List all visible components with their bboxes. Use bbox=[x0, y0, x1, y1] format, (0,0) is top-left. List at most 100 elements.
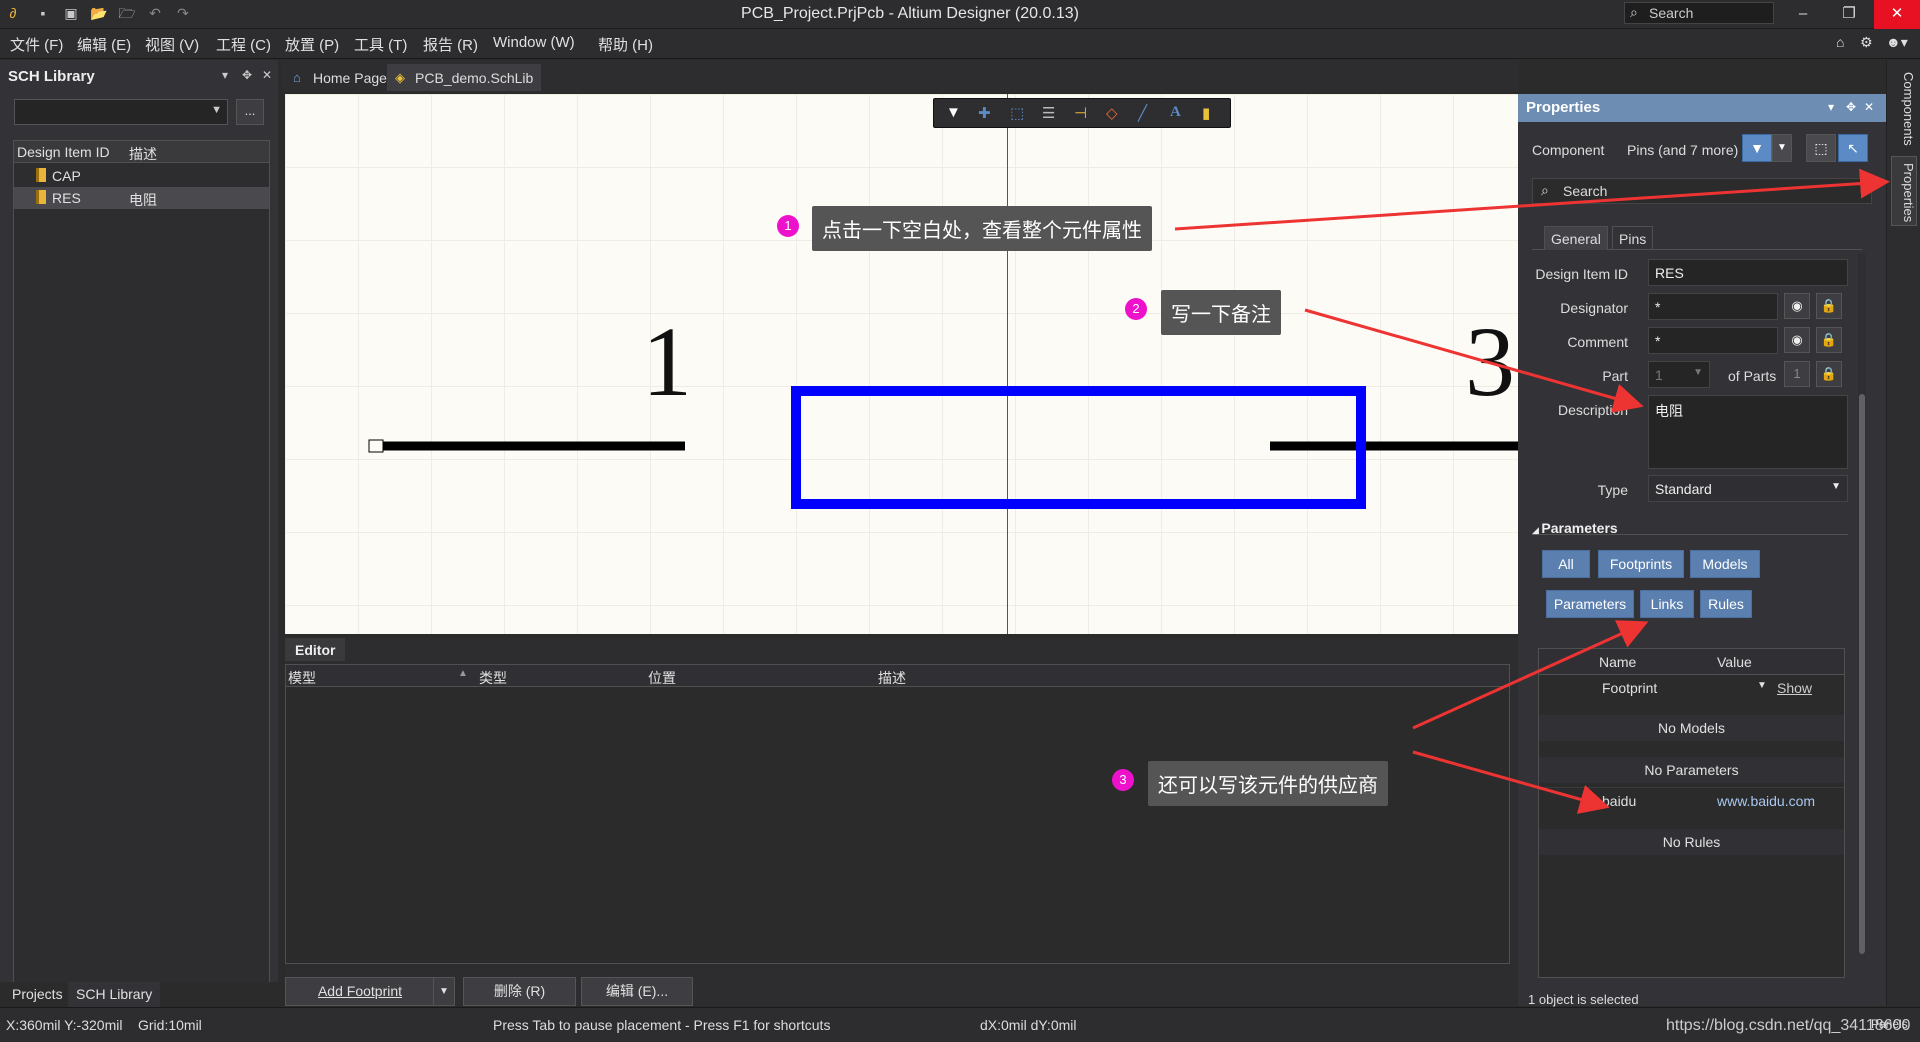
scroll-thumb[interactable] bbox=[1859, 394, 1865, 954]
filter-parameters-button[interactable]: Parameters bbox=[1546, 590, 1634, 618]
show-link[interactable]: Show bbox=[1777, 680, 1812, 696]
menu-edit[interactable]: 编辑 (E) bbox=[77, 34, 131, 55]
home-icon[interactable]: ⌂ bbox=[1836, 34, 1844, 50]
column-description[interactable]: 描述 bbox=[878, 668, 906, 688]
part-field[interactable]: 1 ▼ bbox=[1648, 361, 1710, 388]
close-panel-icon[interactable]: ✕ bbox=[262, 68, 272, 82]
panel-menu-icon[interactable]: ▾ bbox=[222, 68, 228, 82]
column-design-item-id[interactable]: Design Item ID bbox=[17, 144, 110, 160]
column-value[interactable]: Value bbox=[1717, 654, 1752, 670]
eye-icon[interactable]: ◉ bbox=[1784, 327, 1810, 353]
properties-scrollbar[interactable] bbox=[1858, 254, 1866, 954]
fill-icon[interactable]: ◇ bbox=[1106, 104, 1118, 122]
close-panel-icon[interactable]: ✕ bbox=[1864, 100, 1874, 114]
align-icon[interactable]: ☰ bbox=[1042, 104, 1055, 122]
undo-icon[interactable]: ↶ bbox=[146, 4, 164, 22]
panel-menu-icon[interactable]: ▾ bbox=[1828, 100, 1834, 114]
column-description[interactable]: 描述 bbox=[129, 144, 157, 164]
minimize-button[interactable]: – bbox=[1780, 0, 1826, 29]
tab-properties[interactable]: Properties bbox=[1891, 156, 1917, 226]
list-item[interactable]: CAP bbox=[14, 165, 269, 187]
tab-label: PCB_demo.SchLib bbox=[415, 70, 534, 86]
select-area-icon[interactable]: ⬚ bbox=[1010, 104, 1024, 122]
add-footprint-button[interactable]: Add Footprint bbox=[285, 977, 435, 1006]
properties-search[interactable]: ⌕ Search bbox=[1532, 178, 1872, 204]
parameters-section-title[interactable]: ◢ Parameters bbox=[1532, 520, 1618, 536]
filter-value[interactable]: Pins (and 7 more) bbox=[1627, 142, 1738, 158]
menu-place[interactable]: 放置 (P) bbox=[285, 34, 339, 55]
description-field[interactable]: 电阻 bbox=[1648, 395, 1848, 469]
place-pin-icon[interactable]: ⊣ bbox=[1074, 104, 1087, 122]
menu-reports[interactable]: 报告 (R) bbox=[423, 34, 478, 55]
edit-model-button[interactable]: 编辑 (E)... bbox=[581, 977, 693, 1006]
comment-field[interactable]: * bbox=[1648, 327, 1778, 354]
save-all-icon[interactable]: ▣ bbox=[62, 4, 80, 22]
restore-button[interactable]: ❐ bbox=[1826, 0, 1872, 29]
lock-icon[interactable]: 🔒 bbox=[1816, 327, 1842, 353]
column-model[interactable]: 模型 bbox=[288, 668, 316, 688]
design-item-id-field[interactable]: RES bbox=[1648, 259, 1848, 286]
filter-links-button[interactable]: Links bbox=[1640, 590, 1694, 618]
menu-view[interactable]: 视图 (V) bbox=[145, 34, 199, 55]
user-icon[interactable]: ☻▾ bbox=[1886, 34, 1908, 51]
filter-dropdown[interactable]: ▼ bbox=[1772, 134, 1792, 162]
type-select[interactable]: Standard ▼ bbox=[1648, 475, 1848, 502]
chevron-down-icon[interactable]: ▼ bbox=[1757, 680, 1767, 691]
pin-icon[interactable]: ✥ bbox=[242, 68, 252, 82]
editor-tab[interactable]: Editor bbox=[285, 638, 345, 661]
global-search[interactable]: ⌕ Search bbox=[1624, 2, 1774, 24]
component-icon[interactable]: ▮ bbox=[1202, 104, 1210, 122]
browse-button[interactable]: ... bbox=[236, 99, 264, 125]
menu-project[interactable]: 工程 (C) bbox=[216, 34, 271, 55]
redo-icon[interactable]: ↷ bbox=[174, 4, 192, 22]
library-filter-combo[interactable]: ▼ bbox=[14, 99, 228, 125]
filter-footprints-button[interactable]: Footprints bbox=[1598, 550, 1684, 578]
table-row[interactable]: baidu www.baidu.com bbox=[1539, 787, 1844, 813]
list-item[interactable]: RES 电阻 bbox=[14, 187, 269, 209]
line-icon[interactable]: ╱ bbox=[1138, 104, 1147, 122]
move-icon[interactable]: ✚ bbox=[978, 104, 991, 122]
lock-icon[interactable]: 🔒 bbox=[1816, 361, 1842, 387]
panels-button[interactable]: Panels bbox=[1871, 1017, 1908, 1031]
gear-icon[interactable]: ⚙ bbox=[1860, 34, 1873, 51]
menu-window[interactable]: Window (W) bbox=[493, 34, 575, 51]
eye-icon[interactable]: ◉ bbox=[1784, 293, 1810, 319]
delete-model-button[interactable]: 删除 (R) bbox=[463, 977, 576, 1006]
cursor-icon[interactable]: ↖ bbox=[1838, 134, 1868, 162]
resistor-symbol[interactable] bbox=[285, 94, 1519, 634]
open-icon[interactable]: 📂 bbox=[90, 4, 108, 22]
tab-pins[interactable]: Pins bbox=[1612, 226, 1654, 250]
filter-icon[interactable]: ▼ bbox=[946, 104, 961, 121]
filter-models-button[interactable]: Models bbox=[1690, 550, 1760, 578]
close-button[interactable]: ✕ bbox=[1874, 0, 1920, 29]
column-name[interactable]: Name bbox=[1599, 654, 1636, 670]
tab-sch-library[interactable]: SCH Library bbox=[68, 982, 161, 1007]
column-type[interactable]: 类型 bbox=[479, 668, 507, 688]
chevron-down-icon: ▼ bbox=[1831, 481, 1841, 492]
chevron-down-icon: ▼ bbox=[211, 104, 222, 116]
filter-all-button[interactable]: All bbox=[1542, 550, 1590, 578]
tab-projects[interactable]: Projects bbox=[12, 986, 63, 1002]
tab-schlib[interactable]: ◈ PCB_demo.SchLib bbox=[387, 64, 542, 91]
table-row[interactable]: Footprint ▼ Show bbox=[1539, 675, 1844, 701]
tab-components[interactable]: Components bbox=[1891, 64, 1917, 154]
lock-icon[interactable]: 🔒 bbox=[1816, 293, 1842, 319]
pin-icon[interactable]: ✥ bbox=[1846, 100, 1856, 114]
schematic-canvas[interactable]: 1 3 ▼ ✚ ⬚ ☰ ⊣ ◇ ╱ A ▮ 1 点击一下空白处，查看整个元件属性… bbox=[285, 94, 1519, 634]
select-icon[interactable]: ⬚ bbox=[1806, 134, 1836, 162]
column-location[interactable]: 位置 bbox=[648, 668, 676, 688]
tab-general[interactable]: General bbox=[1544, 226, 1608, 250]
text-icon[interactable]: A bbox=[1170, 104, 1181, 121]
param-value[interactable]: www.baidu.com bbox=[1717, 793, 1815, 809]
save-icon[interactable]: ▪ bbox=[34, 4, 52, 22]
menu-help[interactable]: 帮助 (H) bbox=[598, 34, 653, 55]
menu-tools[interactable]: 工具 (T) bbox=[354, 34, 407, 55]
add-footprint-dropdown[interactable]: ▼ bbox=[433, 977, 455, 1006]
open-project-icon[interactable]: 🗁 bbox=[118, 4, 136, 22]
filter-rules-button[interactable]: Rules bbox=[1700, 590, 1752, 618]
search-icon: ⌕ bbox=[1630, 4, 1638, 20]
menu-file[interactable]: 文件 (F) bbox=[10, 34, 63, 55]
tab-home-page[interactable]: ⌂ Home Page bbox=[285, 64, 395, 91]
filter-icon[interactable]: ▼ bbox=[1742, 134, 1772, 162]
designator-field[interactable]: * bbox=[1648, 293, 1778, 320]
